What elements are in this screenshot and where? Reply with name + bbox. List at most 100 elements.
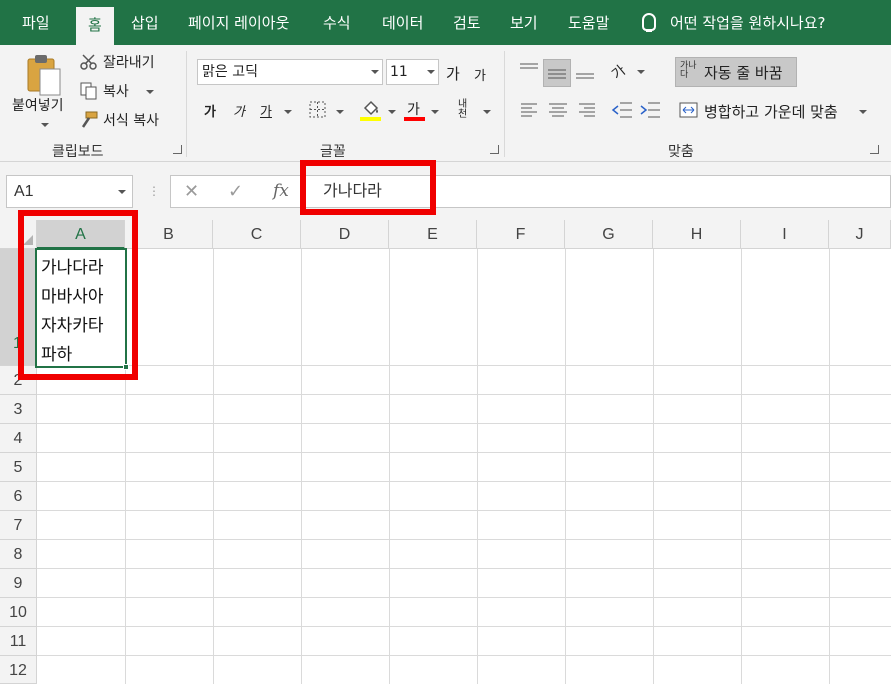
copy-dropdown-icon[interactable]: [146, 90, 154, 94]
bold-button[interactable]: 가: [204, 101, 216, 120]
align-left-icon[interactable]: [520, 103, 540, 117]
font-color-button[interactable]: 가: [407, 99, 420, 119]
formula-value: 가나다라: [323, 181, 382, 200]
alignment-group-label: 맞춤: [668, 144, 694, 160]
format-painter-button[interactable]: 서식 복사: [103, 110, 159, 130]
grid-line: [301, 249, 302, 684]
tab-view[interactable]: 보기: [510, 0, 538, 45]
tab-formulas[interactable]: 수식: [323, 0, 351, 45]
grid-line: [37, 655, 891, 656]
tab-file[interactable]: 파일: [22, 0, 50, 45]
merge-center-icon[interactable]: [679, 102, 699, 118]
decrease-indent-icon[interactable]: [611, 101, 633, 119]
alignment-launcher-icon[interactable]: [870, 145, 879, 154]
grid-line: [213, 249, 214, 684]
grid-line: [37, 568, 891, 569]
copy-button[interactable]: 복사: [103, 81, 129, 101]
scissors-icon: [80, 54, 97, 70]
row-header-5[interactable]: 5: [0, 453, 37, 482]
cell-a1[interactable]: 가나다라 마바사아 자차카타 파하: [35, 248, 129, 370]
font-size-box[interactable]: 11: [386, 59, 439, 85]
align-right-icon[interactable]: [576, 103, 596, 117]
row-header-6[interactable]: 6: [0, 482, 37, 511]
grid-line: [37, 423, 891, 424]
grid-line: [37, 394, 891, 395]
group-separator: [504, 51, 505, 157]
align-top-icon[interactable]: [519, 62, 539, 78]
tell-me-search[interactable]: 어떤 작업을 원하시나요?: [642, 0, 826, 45]
paste-icon[interactable]: [26, 53, 64, 97]
increase-indent-icon[interactable]: [639, 101, 661, 119]
italic-button[interactable]: 가: [233, 101, 245, 120]
grid-line: [37, 539, 891, 540]
row-header-1[interactable]: 1: [0, 249, 37, 366]
group-separator: [186, 51, 187, 157]
tab-review[interactable]: 검토: [453, 0, 481, 45]
name-box[interactable]: A1: [6, 175, 133, 208]
fill-handle[interactable]: [123, 364, 129, 370]
cell-text-line: 자차카타: [41, 316, 104, 336]
column-header-a[interactable]: A: [37, 220, 125, 249]
paste-dropdown-icon[interactable]: [41, 123, 49, 127]
row-header-8[interactable]: 8: [0, 540, 37, 569]
select-all-button[interactable]: [0, 220, 37, 249]
grid-line: [37, 597, 891, 598]
font-color-swatch: [404, 117, 425, 121]
row-header-10[interactable]: 10: [0, 598, 37, 627]
font-name-box[interactable]: 맑은 고딕: [197, 59, 383, 85]
grid-line: [37, 626, 891, 627]
orientation-dropdown-icon[interactable]: [637, 70, 645, 74]
clipboard-launcher-icon[interactable]: [173, 145, 182, 154]
tab-help[interactable]: 도움말: [568, 0, 609, 45]
paste-label[interactable]: 붙여넣기: [12, 95, 64, 115]
cut-button[interactable]: 잘라내기: [103, 52, 155, 72]
row-header-2[interactable]: 2: [0, 366, 37, 395]
row-header-7[interactable]: 7: [0, 511, 37, 540]
wrap-text-label: 자동 줄 바꿈: [704, 64, 783, 82]
grid-line: [37, 365, 891, 366]
cell-text-line: 마바사아: [41, 287, 104, 307]
cell-text-line: 파하: [41, 345, 73, 365]
font-group-label: 글꼴: [320, 144, 346, 160]
row-header-11[interactable]: 11: [0, 627, 37, 656]
borders-icon[interactable]: [309, 101, 327, 119]
column-header-d[interactable]: D: [301, 220, 389, 249]
align-bottom-icon[interactable]: [575, 66, 595, 82]
tab-data[interactable]: 데이터: [382, 0, 423, 45]
row-header-3[interactable]: 3: [0, 395, 37, 424]
wrap-text-icon: 가나다: [680, 61, 697, 80]
grid-line: [653, 249, 654, 684]
column-header-e[interactable]: E: [389, 220, 477, 249]
borders-dropdown-icon[interactable]: [336, 110, 344, 114]
insert-function-icon[interactable]: fx: [273, 175, 289, 208]
merge-dropdown-icon[interactable]: [859, 110, 867, 114]
phonetic-dropdown-icon[interactable]: [483, 110, 491, 114]
column-header-f[interactable]: F: [477, 220, 565, 249]
column-header-g[interactable]: G: [565, 220, 653, 249]
shrink-font-button[interactable]: 가: [474, 65, 486, 84]
fill-color-dropdown-icon[interactable]: [388, 110, 396, 114]
column-header-b[interactable]: B: [125, 220, 213, 249]
row-header-9[interactable]: 9: [0, 569, 37, 598]
tab-insert[interactable]: 삽입: [131, 0, 159, 45]
cancel-icon[interactable]: ✕: [184, 175, 199, 208]
column-header-i[interactable]: I: [741, 220, 829, 249]
row-header-4[interactable]: 4: [0, 424, 37, 453]
tab-page-layout[interactable]: 페이지 레이아웃: [188, 0, 289, 45]
tab-home[interactable]: 홈: [76, 7, 114, 45]
enter-icon[interactable]: ✓: [228, 175, 243, 208]
ribbon-tab-bar: 파일 홈 삽입 페이지 레이아웃 수식 데이터 검토 보기 도움말 어떤 작업을…: [0, 0, 891, 45]
column-header-c[interactable]: C: [213, 220, 301, 249]
lightbulb-icon: [642, 13, 656, 32]
row-header-12[interactable]: 12: [0, 656, 37, 684]
underline-dropdown-icon[interactable]: [284, 110, 292, 114]
column-header-h[interactable]: H: [653, 220, 741, 249]
column-header-j[interactable]: J: [829, 220, 891, 249]
merge-center-button[interactable]: 병합하고 가운데 맞춤: [704, 101, 838, 122]
underline-button[interactable]: 가: [260, 101, 272, 120]
font-color-dropdown-icon[interactable]: [431, 110, 439, 114]
grow-font-button[interactable]: 가: [446, 63, 460, 84]
font-launcher-icon[interactable]: [490, 145, 499, 154]
align-center-icon[interactable]: [548, 103, 568, 117]
phonetic-guide-button[interactable]: 내천: [458, 100, 474, 120]
